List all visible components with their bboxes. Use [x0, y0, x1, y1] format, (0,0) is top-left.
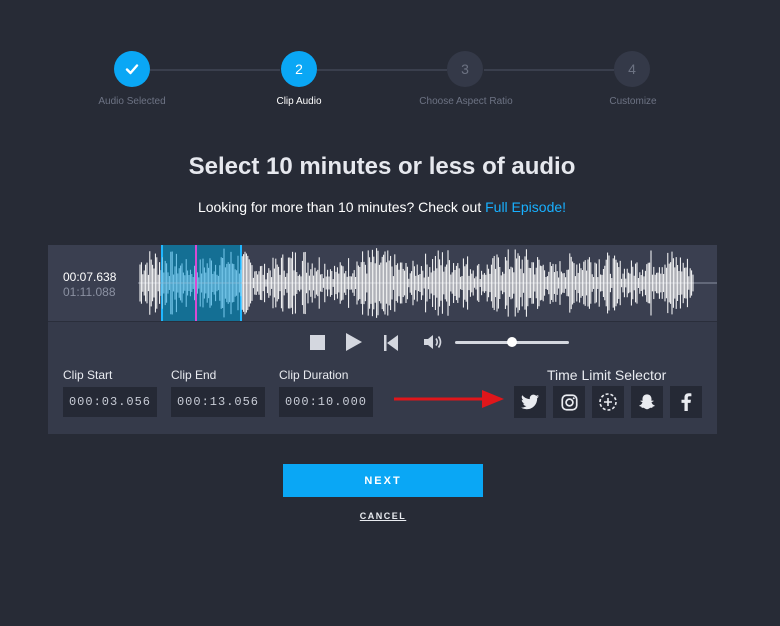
volume-slider-knob[interactable] — [507, 337, 517, 347]
facebook-icon — [681, 393, 692, 411]
facebook-limit-button[interactable] — [670, 386, 702, 418]
step-connector — [484, 69, 614, 71]
stop-button[interactable] — [310, 335, 325, 350]
playback-controls — [48, 321, 717, 362]
page-title: Select 10 minutes or less of audio — [188, 153, 576, 180]
subtitle-text: Looking for more than 10 minutes? Check … — [197, 199, 482, 215]
twitter-icon — [521, 394, 539, 410]
clip-end-label: Clip End — [171, 368, 217, 382]
step-3-label: Choose Aspect Ratio — [419, 96, 513, 107]
skip-back-icon[interactable] — [384, 335, 398, 351]
instagram-icon — [560, 393, 578, 411]
step-3-circle: 3 — [447, 51, 483, 87]
clip-duration-label: Clip Duration — [279, 368, 349, 382]
waveform-area[interactable]: 00:07.638 01:11.088 — [48, 245, 717, 321]
volume-icon[interactable] — [423, 333, 443, 351]
instagram-limit-button[interactable] — [553, 386, 585, 418]
page-subtitle: Looking for more than 10 minutes? Check … — [0, 199, 764, 215]
custom-time-limit-button[interactable] — [592, 386, 624, 418]
time-limit-selector-label: Time Limit Selector — [547, 367, 667, 383]
snapchat-limit-button[interactable] — [631, 386, 663, 418]
playhead[interactable] — [195, 245, 197, 321]
step-1-circle — [114, 51, 150, 87]
step-4-circle: 4 — [614, 51, 650, 87]
step-2-circle: 2 — [281, 51, 317, 87]
check-icon — [125, 64, 139, 75]
play-button[interactable] — [346, 333, 362, 351]
red-arrow-annotation — [394, 390, 504, 408]
twitter-limit-button[interactable] — [514, 386, 546, 418]
full-episode-link[interactable]: Full Episode! — [485, 199, 566, 215]
step-4-label: Customize — [609, 96, 657, 107]
audio-waveform — [138, 248, 717, 318]
step-2-label: Clip Audio — [276, 96, 322, 107]
step-connector — [150, 69, 280, 71]
step-1-label: Audio Selected — [98, 96, 166, 107]
timer-plus-icon — [599, 393, 617, 411]
next-button[interactable]: NEXT — [283, 464, 483, 497]
progress-stepper: 2 3 4 Audio Selected Clip Audio Choose A… — [0, 0, 780, 120]
audio-editor-panel: 00:07.638 01:11.088 Clip Start Clip End … — [48, 245, 717, 434]
clip-duration-input[interactable] — [279, 387, 373, 417]
clip-start-input[interactable] — [63, 387, 157, 417]
step-connector — [317, 69, 447, 71]
clip-end-input[interactable] — [171, 387, 265, 417]
snapchat-icon — [639, 394, 655, 410]
clip-start-label: Clip Start — [63, 368, 113, 382]
cancel-link[interactable]: CANCEL — [283, 511, 483, 521]
